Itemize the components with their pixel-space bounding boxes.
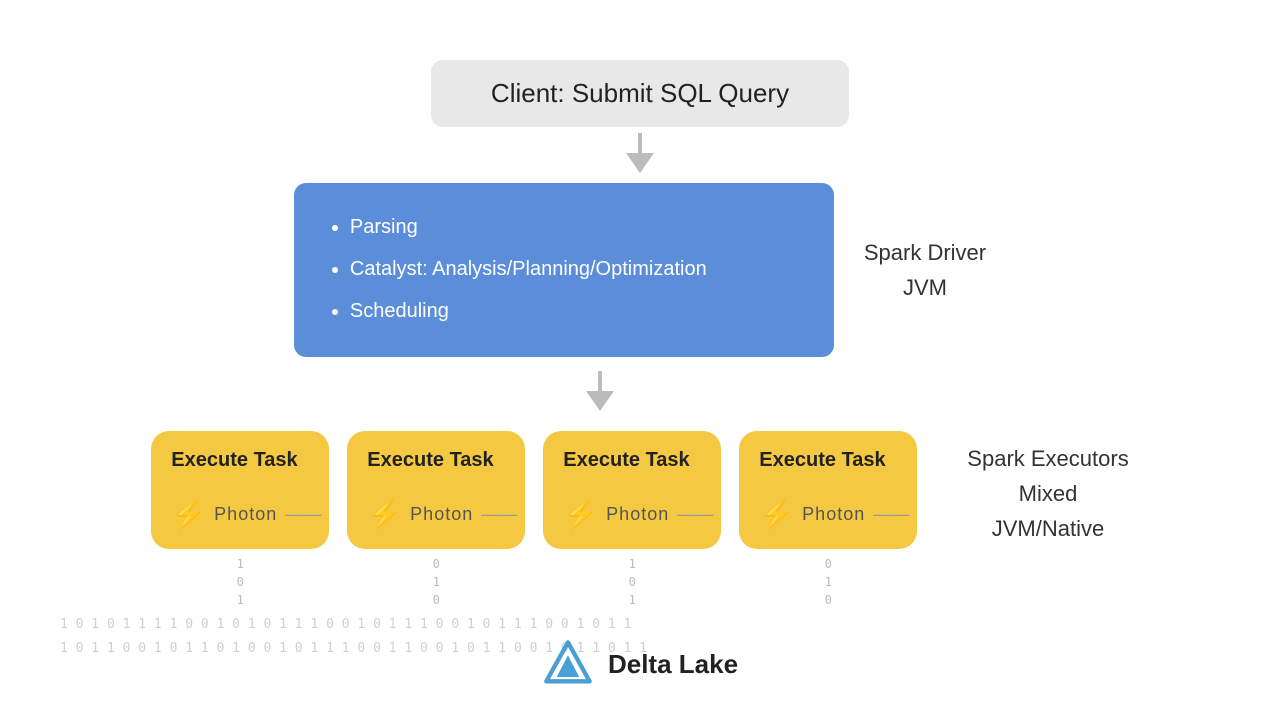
- binary-col-2: 0 1 0: [433, 555, 440, 609]
- photon-dash-1: ——: [285, 504, 321, 525]
- lightning-icon-4: ⚡: [759, 498, 794, 531]
- delta-lake-label: Delta Lake: [608, 649, 738, 680]
- executor-title-2: Execute Task: [367, 449, 505, 472]
- delta-lake: Delta Lake: [542, 638, 738, 690]
- diagram-container: Client: Submit SQL Query Parsing Catalys…: [0, 0, 1280, 720]
- client-box: Client: Submit SQL Query: [431, 60, 849, 127]
- driver-item-parsing: Parsing: [350, 207, 798, 247]
- executor-box-3: Execute Task ⚡ Photon ——: [543, 431, 721, 549]
- photon-row-4: ⚡ Photon ——: [759, 498, 897, 531]
- executor-box-2: Execute Task ⚡ Photon ——: [347, 431, 525, 549]
- client-label: Client: Submit SQL Query: [491, 78, 789, 108]
- executor-col-3: Execute Task ⚡ Photon —— 1 0 1: [543, 431, 721, 609]
- executor-title-1: Execute Task: [171, 449, 309, 472]
- driver-label: Spark Driver JVM: [864, 235, 986, 305]
- photon-row-3: ⚡ Photon ——: [563, 498, 701, 531]
- photon-text-2: Photon: [410, 504, 473, 525]
- executor-box-4: Execute Task ⚡ Photon ——: [739, 431, 917, 549]
- executor-col-4: Execute Task ⚡ Photon —— 0 1 0: [739, 431, 917, 609]
- photon-row-2: ⚡ Photon ——: [367, 498, 505, 531]
- photon-dash-2: ——: [481, 504, 517, 525]
- photon-dash-4: ——: [873, 504, 909, 525]
- lightning-icon-2: ⚡: [367, 498, 402, 531]
- delta-lake-icon: [542, 638, 594, 690]
- photon-text-4: Photon: [802, 504, 865, 525]
- binary-col-4: 0 1 0: [825, 555, 832, 609]
- driver-item-catalyst: Catalyst: Analysis/Planning/Optimization: [350, 249, 798, 289]
- lightning-icon-3: ⚡: [563, 498, 598, 531]
- executor-box-1: Execute Task ⚡ Photon ——: [151, 431, 329, 549]
- arrow-driver-executors: [586, 371, 614, 411]
- driver-list: Parsing Catalyst: Analysis/Planning/Opti…: [330, 207, 798, 331]
- arrow-shaft-top: [638, 133, 642, 153]
- arrow-head: [626, 153, 654, 173]
- binary-col-1: 1 0 1: [237, 555, 244, 609]
- arrow-head2: [586, 391, 614, 411]
- arrow-client-driver: [626, 133, 654, 173]
- executor-title-4: Execute Task: [759, 449, 897, 472]
- driver-box: Parsing Catalyst: Analysis/Planning/Opti…: [294, 183, 834, 357]
- executor-col-2: Execute Task ⚡ Photon —— 0 1 0: [347, 431, 525, 609]
- binary-col-3: 1 0 1: [629, 555, 636, 609]
- executor-title-3: Execute Task: [563, 449, 701, 472]
- executor-col-1: Execute Task ⚡ Photon —— 1 0 1: [151, 431, 329, 609]
- photon-text-1: Photon: [214, 504, 277, 525]
- driver-item-scheduling: Scheduling: [350, 291, 798, 331]
- executor-label: Spark Executors Mixed JVM/Native: [967, 441, 1128, 547]
- lightning-icon-1: ⚡: [171, 498, 206, 531]
- photon-dash-3: ——: [677, 504, 713, 525]
- arrow-shaft2-top: [598, 371, 602, 391]
- photon-row-1: ⚡ Photon ——: [171, 498, 309, 531]
- driver-section: Parsing Catalyst: Analysis/Planning/Opti…: [294, 183, 986, 357]
- photon-text-3: Photon: [606, 504, 669, 525]
- executors-row: Execute Task ⚡ Photon —— 1 0 1 Execute T…: [151, 431, 917, 609]
- executors-section: Execute Task ⚡ Photon —— 1 0 1 Execute T…: [151, 431, 1128, 609]
